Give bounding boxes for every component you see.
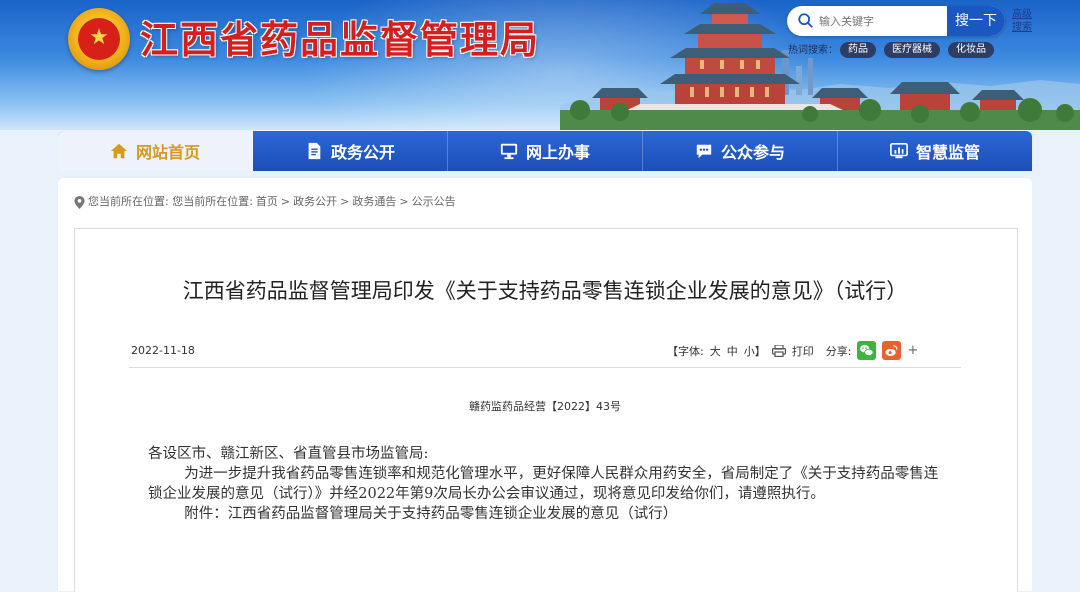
breadcrumb-home[interactable]: 首页 [256,195,278,209]
article-date: 2022-11-18 [131,344,195,357]
nav-item-label: 网站首页 [135,143,200,162]
emblem-star-icon: ★ [78,18,120,60]
document-number: 赣药监药品经营【2022】43号 [469,400,621,413]
nav-item-label: 智慧监管 [915,143,980,162]
advanced-search-link[interactable]: 高级搜索 [1012,8,1036,34]
search-input[interactable] [819,12,929,30]
wechat-icon [860,344,874,357]
font-size-small[interactable]: 小】 [744,343,766,359]
nav-item-label: 网上办事 [525,143,590,162]
location-pin-icon [74,195,85,209]
font-size-label: 【字体: [667,344,704,358]
search-icon [798,13,813,28]
greeting-paragraph: 各设区市、赣江新区、省直管县市场监管局: [148,446,429,462]
article-tools: 【字体: 大 中 小】 打印 分享: + [667,341,918,360]
hot-tag-medical-devices[interactable]: 医疗器械 [884,42,940,58]
breadcrumb-government-affairs[interactable]: 政务公开 [293,195,337,209]
breadcrumb-separator: > [280,195,291,208]
hot-search-label: 热词搜索： [788,45,838,56]
breadcrumb-separator: > [399,195,409,208]
national-emblem-logo: ★ [68,8,130,70]
nav-item-smart-supervision[interactable]: 智慧监管 [838,131,1032,171]
nav-item-online-services[interactable]: 网上办事 [448,131,643,171]
breadcrumb: 您当前所在位置: 您当前所在位置: 首页 > 政务公开 > 政务通告 > 公示公… [74,195,456,209]
search-button[interactable]: 搜一下 [947,6,1005,36]
weibo-icon [885,345,898,356]
nav-item-public-participation[interactable]: 公众参与 [643,131,838,171]
font-size-large[interactable]: 大 [710,343,721,359]
nav-item-label: 政务公开 [330,143,395,162]
font-size-medium[interactable]: 中 [727,343,738,359]
attachment-link[interactable]: 附件：江西省药品监督管理局关于支持药品零售连锁企业发展的意见（试行） [148,504,948,524]
main-nav: 网站首页 政务公开 网上办事 公众参与 智慧监管 [58,131,1032,171]
nav-item-home[interactable]: 网站首页 [58,131,253,171]
monitor-icon [500,143,518,160]
wechat-share-button[interactable] [857,341,877,360]
breadcrumb-prefix: 您当前所在位置: 您当前所在位置: [88,195,253,208]
share-more-button[interactable]: + [907,343,918,358]
site-header: ★ 江西省药品监督管理局 搜一下 高级搜索 热词搜索： 药品 医疗器械 化妆品 [0,0,1080,130]
share-label: 分享: [825,344,852,358]
breadcrumb-notices[interactable]: 政务通告 [352,195,396,209]
print-button[interactable]: 打印 [792,343,814,359]
breadcrumb-separator: > [340,195,350,208]
breadcrumb-announcements[interactable]: 公示公告 [412,195,456,209]
chat-icon [696,144,712,159]
article-title: 江西省药品监督管理局印发《关于支持药品零售连锁企业发展的意见》（试行） [182,279,908,303]
hot-tag-drugs[interactable]: 药品 [840,42,876,58]
document-icon [308,142,321,160]
home-icon [110,143,128,159]
print-icon[interactable] [771,344,786,357]
dashboard-icon [890,142,908,159]
hot-tag-cosmetics[interactable]: 化妆品 [948,42,994,58]
main-paragraph: 为进一步提升我省药品零售连锁率和规范化管理水平，更好保障人民群众用药安全，省局制… [148,466,939,502]
meta-divider [129,367,961,368]
site-title: 江西省药品监督管理局 [140,17,541,62]
nav-item-label: 公众参与 [720,143,785,162]
weibo-share-button[interactable] [882,341,902,360]
nav-item-government-affairs[interactable]: 政务公开 [253,131,448,171]
article-body: 各设区市、赣江新区、省直管县市场监管局: 为进一步提升我省药品零售连锁率和规范化… [148,444,948,524]
